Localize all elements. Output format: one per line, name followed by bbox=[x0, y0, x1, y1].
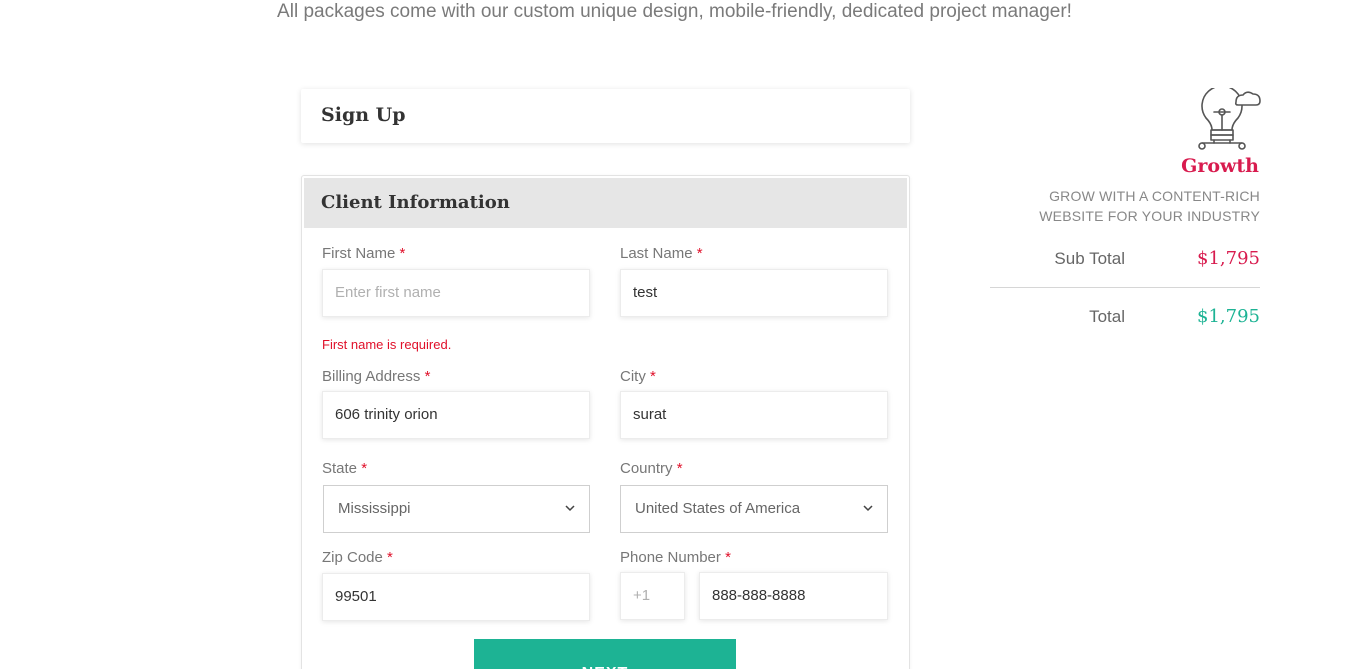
required-mark: * bbox=[387, 549, 393, 566]
zip-code-label: Zip Code * bbox=[322, 549, 393, 566]
billing-address-label-text: Billing Address bbox=[322, 368, 421, 385]
required-mark: * bbox=[676, 460, 683, 477]
country-select[interactable]: United States of America bbox=[620, 485, 888, 533]
chevron-down-icon bbox=[565, 505, 575, 512]
last-name-label: Last Name * bbox=[620, 245, 703, 262]
last-name-label-text: Last Name bbox=[620, 245, 693, 262]
required-mark: * bbox=[361, 460, 368, 477]
last-name-input[interactable]: test bbox=[620, 269, 888, 317]
chevron-down-icon bbox=[863, 505, 873, 512]
first-name-error: First name is required. bbox=[322, 337, 452, 352]
required-mark: * bbox=[650, 368, 656, 385]
required-mark: * bbox=[424, 368, 431, 385]
country-select-value: United States of America bbox=[635, 500, 801, 517]
subtotal-label: Sub Total bbox=[1054, 249, 1125, 268]
first-name-input[interactable]: Enter first name bbox=[322, 269, 590, 317]
subtotal-value: $1,795 bbox=[1197, 248, 1260, 269]
zip-code-input[interactable]: 99501 bbox=[322, 573, 590, 621]
phone-country-code[interactable]: +1 bbox=[620, 572, 685, 620]
city-input[interactable]: surat bbox=[620, 391, 888, 439]
package-description: GROW WITH A CONTENT-RICH WEBSITE FOR YOU… bbox=[1039, 188, 1260, 224]
required-mark: * bbox=[696, 245, 703, 262]
client-information-header: Client Information bbox=[304, 178, 907, 228]
phone-number-label-text: Phone Number bbox=[620, 549, 721, 566]
country-label-text: Country bbox=[620, 460, 673, 477]
required-mark: * bbox=[725, 549, 731, 566]
total-value: $1,795 bbox=[1197, 306, 1260, 327]
page-tagline: All packages come with our custom unique… bbox=[0, 0, 1349, 24]
total-label: Total bbox=[1089, 307, 1125, 326]
state-label-text: State bbox=[322, 460, 358, 477]
lightbulb-cloud-icon bbox=[1198, 88, 1261, 150]
first-name-label-text: First Name bbox=[322, 245, 396, 262]
city-label: City * bbox=[620, 368, 656, 385]
zip-code-label-text: Zip Code bbox=[322, 549, 383, 566]
summary-divider bbox=[990, 287, 1260, 288]
required-mark: * bbox=[399, 245, 406, 262]
signup-card: Sign Up bbox=[301, 89, 910, 143]
state-label: State * bbox=[322, 460, 367, 477]
phone-number-input[interactable]: 888-888-8888 bbox=[699, 572, 888, 620]
first-name-label: First Name * bbox=[322, 245, 405, 262]
client-information-title: Client Information bbox=[321, 192, 510, 213]
billing-address-input[interactable]: 606 trinity orion bbox=[322, 391, 590, 439]
tagline-text: All packages come with our custom unique… bbox=[277, 1, 1072, 22]
city-label-text: City bbox=[620, 368, 646, 385]
next-button[interactable]: NEXT bbox=[474, 639, 736, 669]
state-select[interactable]: Mississippi bbox=[323, 485, 590, 533]
country-label: Country * bbox=[620, 460, 683, 477]
billing-address-label: Billing Address * bbox=[322, 368, 430, 385]
state-select-value: Mississippi bbox=[338, 500, 411, 517]
signup-title: Sign Up bbox=[321, 104, 406, 126]
package-name: Growth bbox=[1181, 155, 1259, 177]
phone-number-label: Phone Number * bbox=[620, 549, 731, 566]
